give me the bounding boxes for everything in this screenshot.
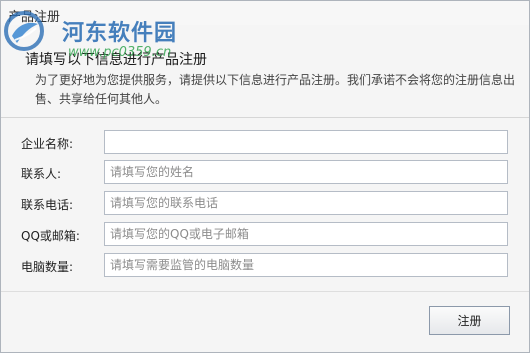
form-row-contact: 联系人:	[1, 160, 529, 186]
computer-count-label: 电脑数量:	[21, 260, 74, 274]
phone-label: 联系电话:	[21, 198, 74, 212]
contact-person-label: 联系人:	[21, 167, 62, 181]
computer-count-input[interactable]	[104, 253, 508, 277]
title-bar[interactable]: 产品注册	[1, 1, 529, 25]
footer-divider	[1, 291, 529, 292]
form-row-qq-email: QQ或邮箱:	[1, 222, 529, 248]
header-area: 请填写以下信息进行产品注册 为了更好地为您提供服务，请提供以下信息进行产品注册。…	[1, 25, 529, 117]
form-row-computers: 电脑数量:	[1, 253, 529, 279]
qq-email-input[interactable]	[104, 222, 508, 246]
company-name-input[interactable]	[104, 130, 508, 154]
header-title: 请填写以下信息进行产品注册	[25, 52, 207, 68]
window-title: 产品注册	[8, 10, 61, 25]
registration-window: 产品注册 请填写以下信息进行产品注册 为了更好地为您提供服务，请提供以下信息进行…	[0, 0, 530, 353]
register-button[interactable]: 注册	[429, 306, 510, 335]
header-divider	[1, 117, 529, 118]
header-description: 为了更好地为您提供服务，请提供以下信息进行产品注册。我们承诺不会将您的注册信息出…	[35, 73, 516, 106]
company-name-label: 企业名称:	[21, 137, 74, 151]
form-row-company: 企业名称:	[1, 130, 529, 156]
contact-person-input[interactable]	[104, 160, 508, 184]
phone-input[interactable]	[104, 191, 508, 215]
form-row-phone: 联系电话:	[1, 191, 529, 217]
qq-email-label: QQ或邮箱:	[21, 229, 80, 243]
